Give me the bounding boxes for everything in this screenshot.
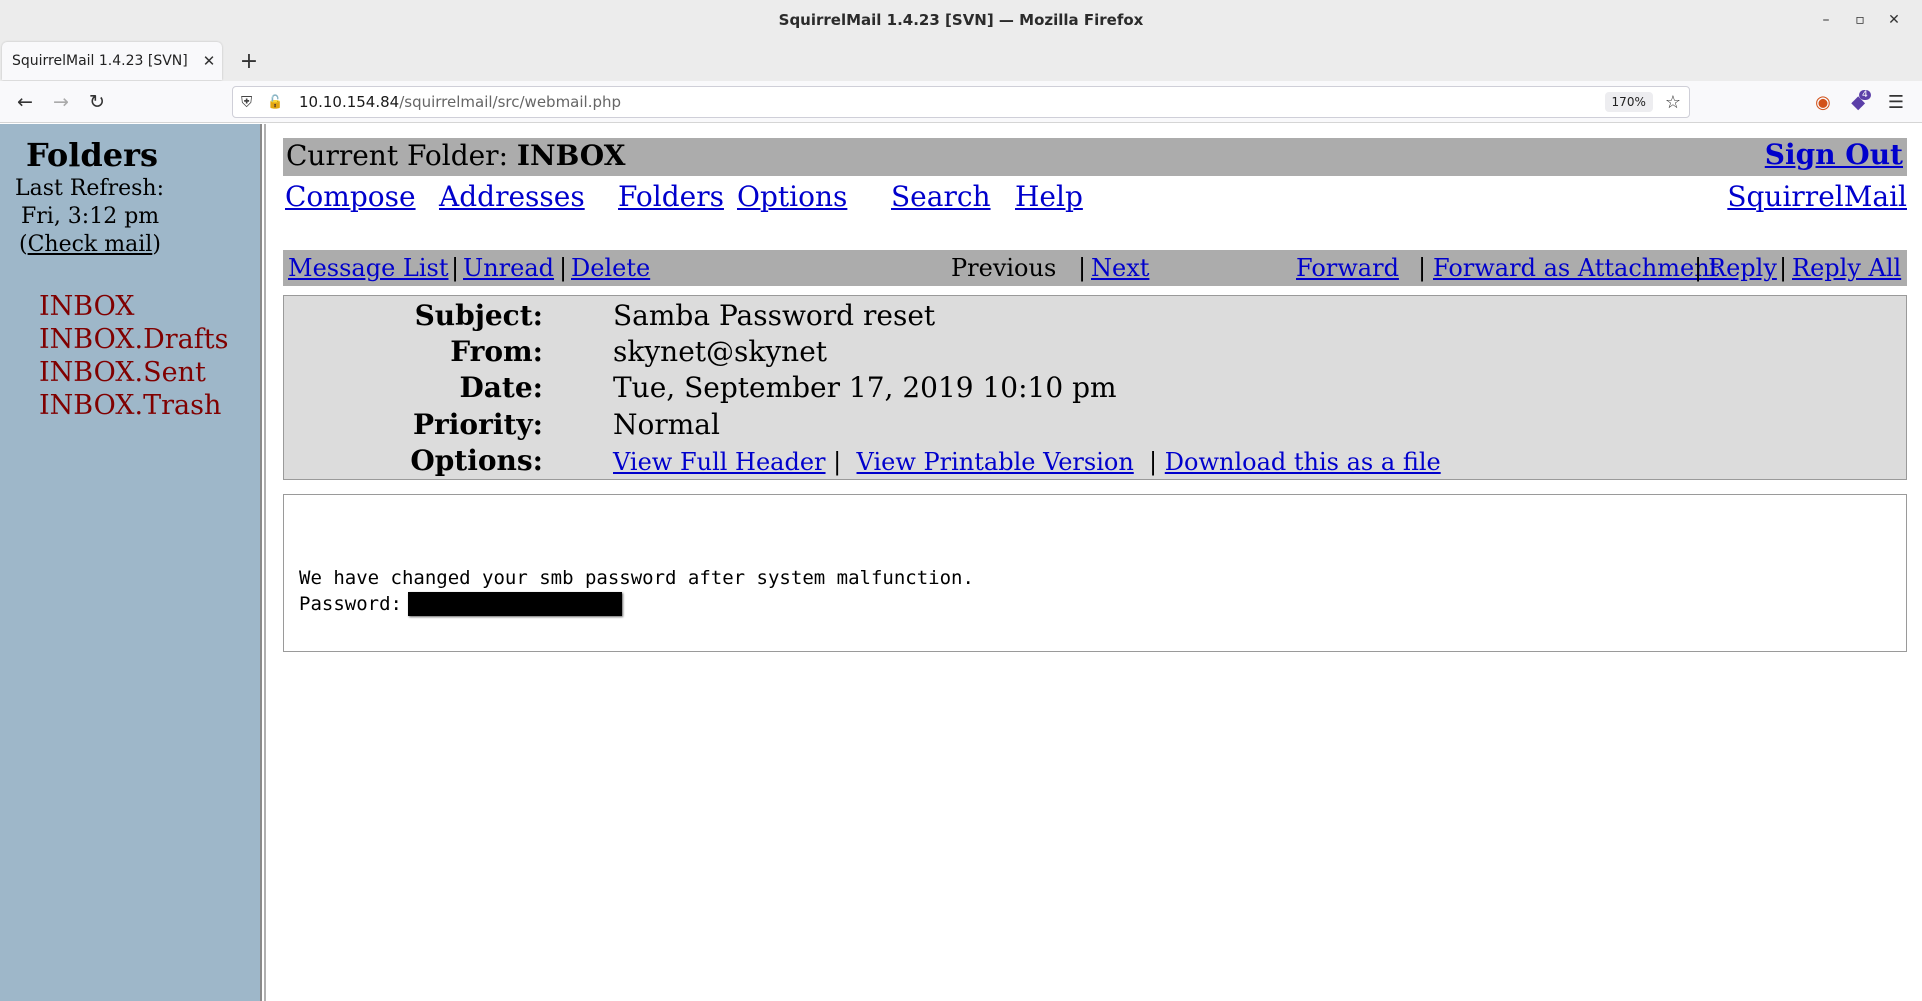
- close-window-icon[interactable]: ✕: [1882, 8, 1906, 32]
- right-frame: Current Folder: INBOX Sign Out Compose A…: [266, 124, 1922, 1001]
- back-icon[interactable]: ←: [11, 88, 39, 116]
- message-list-link[interactable]: Message List: [288, 254, 449, 282]
- options-links: View Full Header | View Printable Versio…: [613, 448, 1441, 476]
- minimize-icon[interactable]: –: [1814, 8, 1838, 32]
- last-refresh: Last Refresh: Fri, 3:12 pm: [15, 175, 164, 231]
- last-refresh-time: Fri, 3:12 pm: [21, 204, 160, 229]
- message-text: We have changed your smb password after …: [299, 565, 974, 617]
- navigation-toolbar: ← → ↻ ⛨ 🔓 10.10.154.84/squirrelmail/src/…: [0, 81, 1922, 123]
- message-nav-bar: Message List | Unread | Delete Previous …: [283, 250, 1907, 286]
- zoom-indicator[interactable]: 170%: [1604, 92, 1653, 112]
- forward-link[interactable]: Forward: [1296, 254, 1399, 282]
- reply-all-link[interactable]: Reply All: [1792, 254, 1901, 282]
- window-title: SquirrelMail 1.4.23 [SVN] — Mozilla Fire…: [778, 11, 1144, 29]
- message-body: We have changed your smb password after …: [283, 494, 1907, 652]
- folder-sent[interactable]: INBOX.Sent: [39, 356, 228, 389]
- check-mail: (Check mail): [19, 232, 161, 257]
- search-link[interactable]: Search: [891, 180, 991, 213]
- main-menu: Compose Addresses Folders Options Search…: [285, 178, 1907, 218]
- previous-label: Previous: [951, 254, 1057, 282]
- forward-icon[interactable]: →: [47, 88, 75, 116]
- tab-title: SquirrelMail 1.4.23 [SVN]: [12, 53, 188, 69]
- webpage: Folders Last Refresh: Fri, 3:12 pm (Chec…: [0, 124, 1922, 1001]
- address-bar[interactable]: ⛨ 🔓 10.10.154.84/squirrelmail/src/webmai…: [232, 86, 1690, 118]
- delete-link[interactable]: Delete: [571, 254, 650, 282]
- date-row: Date: Tue, September 17, 2019 10:10 pm: [284, 371, 1906, 407]
- tab-strip: SquirrelMail 1.4.23 [SVN] ✕ +: [0, 40, 1922, 81]
- sign-out-link[interactable]: Sign Out: [1765, 138, 1903, 171]
- body-line: We have changed your smb password after …: [299, 567, 974, 589]
- unread-link[interactable]: Unread: [463, 254, 554, 282]
- folder-list: INBOX INBOX.Drafts INBOX.Sent INBOX.Tras…: [39, 290, 228, 422]
- reply-link[interactable]: Reply: [1708, 254, 1777, 282]
- extension-icon[interactable]: ◉: [1811, 90, 1835, 114]
- folders-link[interactable]: Folders: [618, 180, 724, 213]
- help-link[interactable]: Help: [1015, 180, 1083, 213]
- password-label: Password:: [299, 593, 402, 615]
- folder-trash[interactable]: INBOX.Trash: [39, 389, 228, 422]
- separator: |: [1078, 254, 1087, 282]
- tab-close-icon[interactable]: ✕: [196, 52, 222, 70]
- browser-tab[interactable]: SquirrelMail 1.4.23 [SVN] ✕: [2, 42, 222, 80]
- separator: |: [1418, 254, 1427, 282]
- view-full-header-link[interactable]: View Full Header: [613, 448, 826, 476]
- priority-label: Priority:: [412, 408, 543, 441]
- message-headers: Subject: Samba Password reset From: skyn…: [283, 295, 1907, 480]
- from-value: skynet@skynet: [613, 335, 828, 368]
- url-text[interactable]: 10.10.154.84/squirrelmail/src/webmail.ph…: [299, 93, 1605, 111]
- current-folder-bar: Current Folder: INBOX Sign Out: [283, 138, 1907, 176]
- options-link[interactable]: Options: [737, 180, 847, 213]
- options-row: Options: View Full Header | View Printab…: [284, 444, 1906, 480]
- separator: |: [833, 448, 842, 476]
- priority-row: Priority: Normal: [284, 408, 1906, 444]
- view-printable-version-link[interactable]: View Printable Version: [857, 448, 1134, 476]
- compose-link[interactable]: Compose: [285, 180, 416, 213]
- window-titlebar: SquirrelMail 1.4.23 [SVN] — Mozilla Fire…: [0, 0, 1922, 40]
- squirrelmail-link[interactable]: SquirrelMail: [1727, 180, 1907, 213]
- from-label: From:: [450, 335, 543, 368]
- separator: |: [559, 254, 568, 282]
- maximize-icon[interactable]: ▫: [1848, 8, 1872, 32]
- priority-value: Normal: [613, 408, 720, 441]
- separator: |: [451, 254, 460, 282]
- last-refresh-label: Last Refresh:: [15, 176, 164, 201]
- date-value: Tue, September 17, 2019 10:10 pm: [613, 371, 1117, 404]
- folders-heading: Folders: [25, 136, 159, 174]
- hamburger-menu-icon[interactable]: ☰: [1884, 90, 1908, 114]
- separator: |: [1149, 448, 1158, 476]
- date-label: Date:: [459, 371, 543, 404]
- redacted-password: [407, 592, 622, 616]
- subject-row: Subject: Samba Password reset: [284, 299, 1906, 335]
- forward-as-attachment-link[interactable]: Forward as Attachment: [1433, 254, 1719, 282]
- extension-badge-icon[interactable]: ◆ 4: [1849, 90, 1873, 114]
- check-mail-link[interactable]: Check mail: [28, 232, 153, 257]
- insecure-lock-icon[interactable]: 🔓: [267, 95, 291, 110]
- separator: |: [1694, 254, 1703, 282]
- separator: |: [1779, 254, 1788, 282]
- shield-icon[interactable]: ⛨: [241, 93, 261, 111]
- next-link[interactable]: Next: [1091, 254, 1149, 282]
- folder-inbox[interactable]: INBOX: [39, 290, 228, 323]
- reload-icon[interactable]: ↻: [83, 88, 111, 116]
- subject-label: Subject:: [414, 299, 543, 332]
- current-folder: Current Folder: INBOX: [286, 139, 626, 172]
- folder-drafts[interactable]: INBOX.Drafts: [39, 323, 228, 356]
- addresses-link[interactable]: Addresses: [439, 180, 585, 213]
- subject-value: Samba Password reset: [613, 299, 936, 332]
- bookmark-star-icon[interactable]: ☆: [1665, 92, 1681, 113]
- left-frame: Folders Last Refresh: Fri, 3:12 pm (Chec…: [0, 124, 260, 1001]
- options-label: Options:: [410, 444, 543, 477]
- from-row: From: skynet@skynet: [284, 335, 1906, 371]
- download-as-file-link[interactable]: Download this as a file: [1165, 448, 1441, 476]
- new-tab-icon[interactable]: +: [236, 48, 262, 74]
